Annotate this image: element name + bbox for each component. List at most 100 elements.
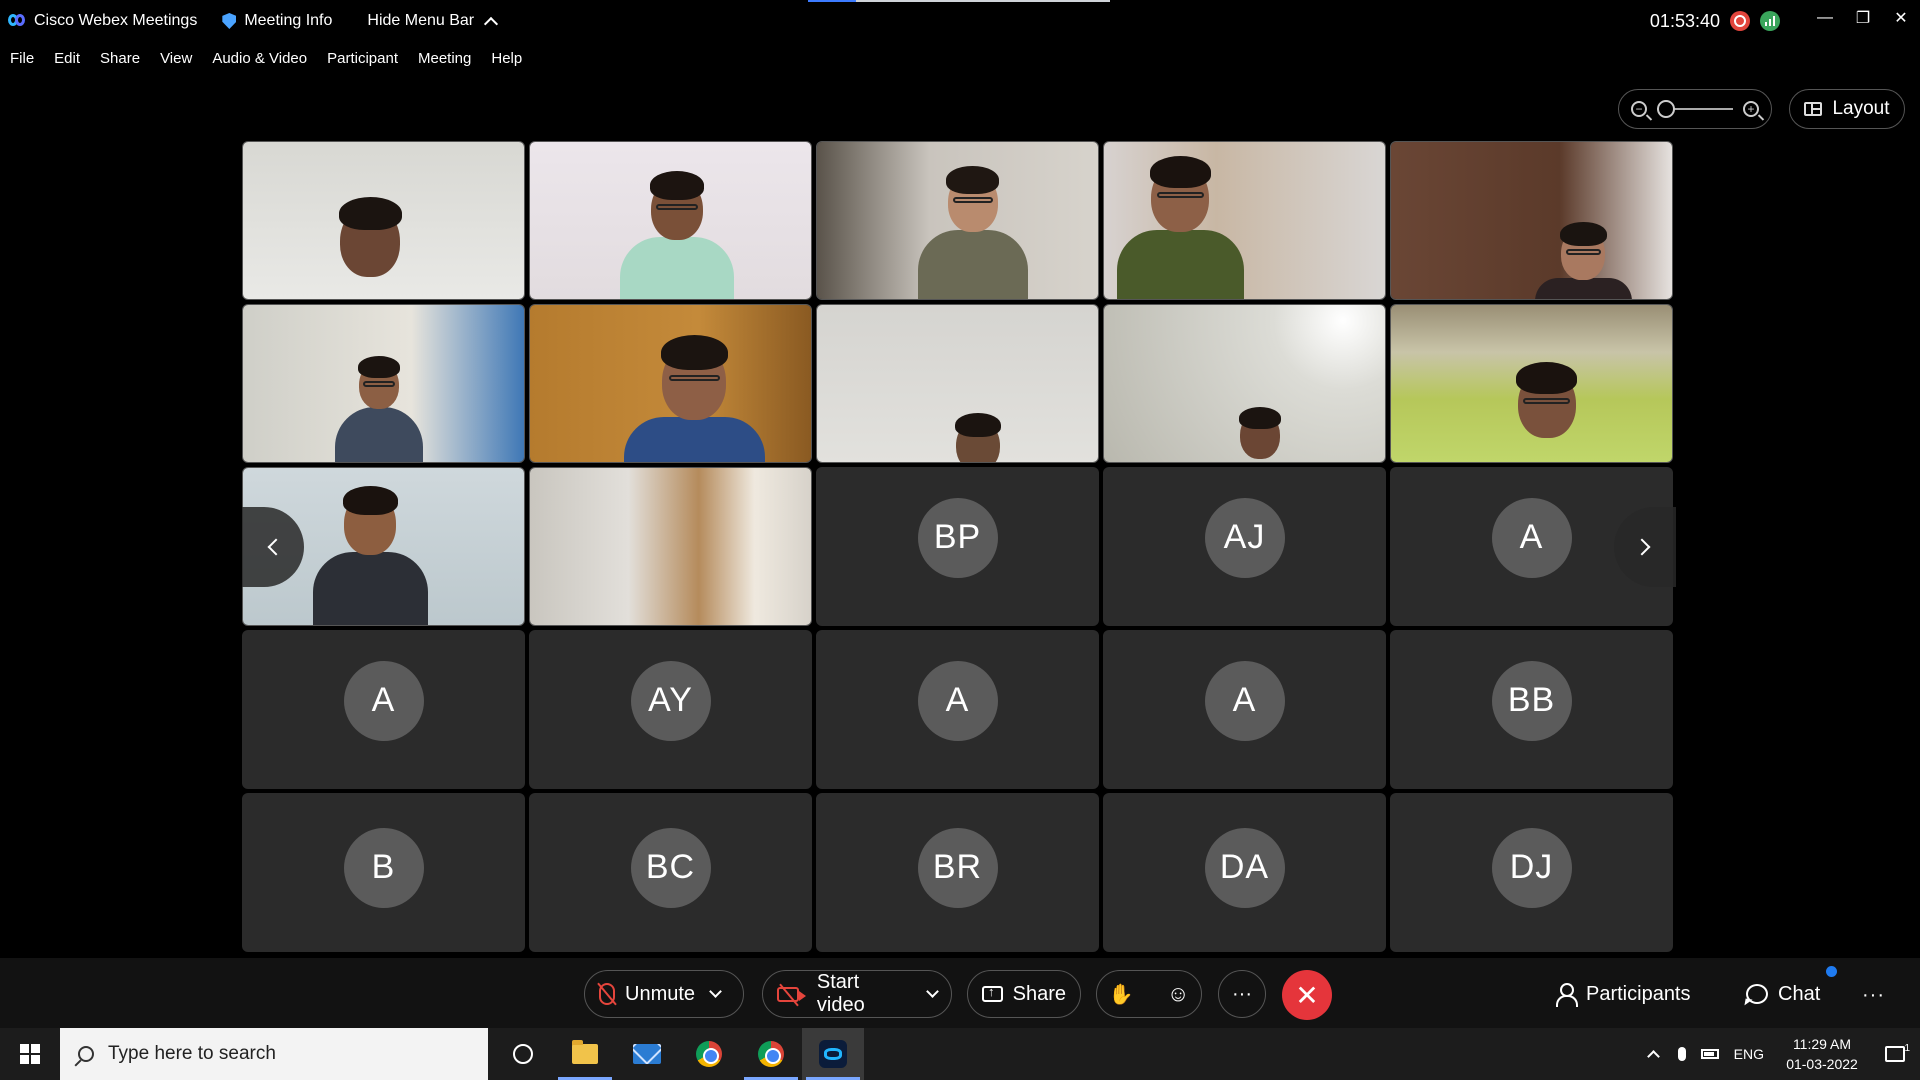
share-screen-icon: [982, 984, 1003, 1002]
elapsed-time: 01:53:40: [1649, 10, 1720, 31]
video-options-chevron-icon[interactable]: [926, 985, 939, 998]
raise-hand-icon[interactable]: ✋: [1109, 982, 1134, 1007]
menu-view[interactable]: View: [160, 50, 192, 67]
zoom-in-icon[interactable]: +: [1743, 101, 1759, 117]
avatar-tile[interactable]: BR: [816, 793, 1099, 952]
minimize-button[interactable]: —: [1806, 0, 1844, 36]
unmute-label: Unmute: [625, 982, 696, 1005]
chat-button[interactable]: Chat: [1746, 970, 1820, 1018]
reactions-icon[interactable]: ☺: [1167, 981, 1189, 1007]
avatar-tile[interactable]: A: [242, 630, 525, 789]
overflow-menu-button[interactable]: ···: [1862, 984, 1885, 1007]
participants-button[interactable]: Participants: [1556, 970, 1691, 1018]
avatar-tile[interactable]: B: [242, 793, 525, 952]
meeting-info-button[interactable]: Meeting Info: [222, 0, 332, 42]
video-tile[interactable]: [242, 304, 525, 463]
notification-count: 1: [1904, 1043, 1910, 1054]
show-hidden-icons-button[interactable]: [1640, 1047, 1668, 1063]
chrome-button[interactable]: [678, 1028, 740, 1080]
video-tile[interactable]: [1390, 304, 1673, 463]
menu-meeting[interactable]: Meeting: [418, 50, 471, 67]
hide-menu-bar-button[interactable]: Hide Menu Bar: [367, 0, 499, 42]
zoom-slider-knob[interactable]: [1657, 100, 1675, 118]
end-meeting-button[interactable]: ✕: [1282, 970, 1332, 1020]
unmute-button[interactable]: Unmute: [584, 970, 744, 1018]
avatar-tile[interactable]: BC: [529, 793, 812, 952]
video-tile[interactable]: [529, 467, 812, 626]
avatar-tile[interactable]: DA: [1103, 793, 1386, 952]
menu-participant[interactable]: Participant: [327, 50, 398, 67]
person-body: [313, 552, 428, 625]
cortana-button[interactable]: [492, 1028, 554, 1080]
restore-button[interactable]: ❐: [1844, 0, 1882, 36]
chat-icon: [1746, 984, 1768, 1004]
video-tile[interactable]: [1103, 141, 1386, 300]
webex-icon: [819, 1040, 847, 1068]
start-button[interactable]: [0, 1028, 60, 1080]
layout-label: Layout: [1832, 98, 1890, 119]
start-video-label: Start video: [816, 971, 865, 1016]
video-feed: [1391, 142, 1672, 299]
participant-avatar: AJ: [1204, 497, 1285, 578]
camera-off-icon: [777, 986, 806, 1002]
microphone-tray-icon[interactable]: [1668, 1047, 1696, 1061]
video-tile[interactable]: [529, 304, 812, 463]
video-tile[interactable]: [1103, 304, 1386, 463]
avatar-tile[interactable]: BP: [816, 467, 1099, 626]
participant-avatar: DJ: [1491, 827, 1572, 908]
avatar-tile[interactable]: DJ: [1390, 793, 1673, 952]
zoom-slider[interactable]: [1657, 100, 1733, 118]
layout-button[interactable]: Layout: [1789, 89, 1905, 129]
input-language[interactable]: ENG: [1734, 1046, 1764, 1062]
mail-button[interactable]: [616, 1028, 678, 1080]
menu-audio-video[interactable]: Audio & Video: [212, 50, 307, 67]
battery-icon[interactable]: [1696, 1049, 1724, 1059]
mail-icon: [633, 1044, 661, 1064]
avatar-tile[interactable]: AY: [529, 630, 812, 789]
taskbar-search-box[interactable]: Type here to search: [60, 1028, 488, 1080]
video-tile[interactable]: [242, 141, 525, 300]
meeting-info-label: Meeting Info: [244, 12, 333, 29]
app-name: Cisco Webex Meetings: [34, 12, 198, 29]
participant-avatar: AY: [630, 660, 711, 741]
chrome-profile-button[interactable]: [740, 1028, 802, 1080]
share-button[interactable]: Share: [967, 970, 1081, 1018]
zoom-out-icon[interactable]: −: [1631, 101, 1647, 117]
audio-options-chevron-icon[interactable]: [709, 985, 722, 998]
webex-taskbar-button[interactable]: [802, 1028, 864, 1080]
menu-file[interactable]: File: [10, 50, 34, 67]
video-tile[interactable]: [816, 141, 1099, 300]
participant-grid: BP AJ A A AY A A BB B BC BR DA DJ: [242, 141, 1676, 954]
glasses: [656, 203, 698, 210]
chrome-icon: [696, 1041, 722, 1067]
video-tile[interactable]: [1390, 141, 1673, 300]
video-tile[interactable]: [529, 141, 812, 300]
close-button[interactable]: ✕: [1882, 0, 1920, 36]
restore-icon: ❐: [1855, 10, 1871, 27]
avatar-tile[interactable]: A: [816, 630, 1099, 789]
clock-time: 11:29 AM: [1792, 1036, 1852, 1052]
shield-icon: [222, 13, 237, 29]
network-health-icon[interactable]: [1760, 11, 1780, 31]
glasses: [362, 380, 395, 387]
start-video-button[interactable]: Start video: [762, 970, 952, 1018]
person-hair: [1149, 155, 1211, 188]
avatar-tile[interactable]: AJ: [1103, 467, 1386, 626]
menu-edit[interactable]: Edit: [54, 50, 80, 67]
end-call-icon: ✕: [1295, 979, 1319, 1011]
avatar-tile[interactable]: BB: [1390, 630, 1673, 789]
menu-share[interactable]: Share: [100, 50, 140, 67]
person-hair: [338, 197, 402, 231]
notification-icon: [1885, 1046, 1905, 1062]
notifications-button[interactable]: 1: [1870, 1043, 1920, 1062]
glasses: [1523, 397, 1570, 404]
more-options-icon: ···: [1232, 982, 1252, 1005]
video-tile[interactable]: [816, 304, 1099, 463]
more-options-button[interactable]: ···: [1218, 970, 1266, 1018]
zoom-control: − +: [1618, 89, 1772, 129]
avatar-tile[interactable]: A: [1103, 630, 1386, 789]
clock[interactable]: 11:29 AM 01-03-2022: [1774, 1034, 1870, 1074]
recording-icon[interactable]: [1730, 11, 1750, 31]
menu-help[interactable]: Help: [491, 50, 522, 67]
file-explorer-button[interactable]: [554, 1028, 616, 1080]
